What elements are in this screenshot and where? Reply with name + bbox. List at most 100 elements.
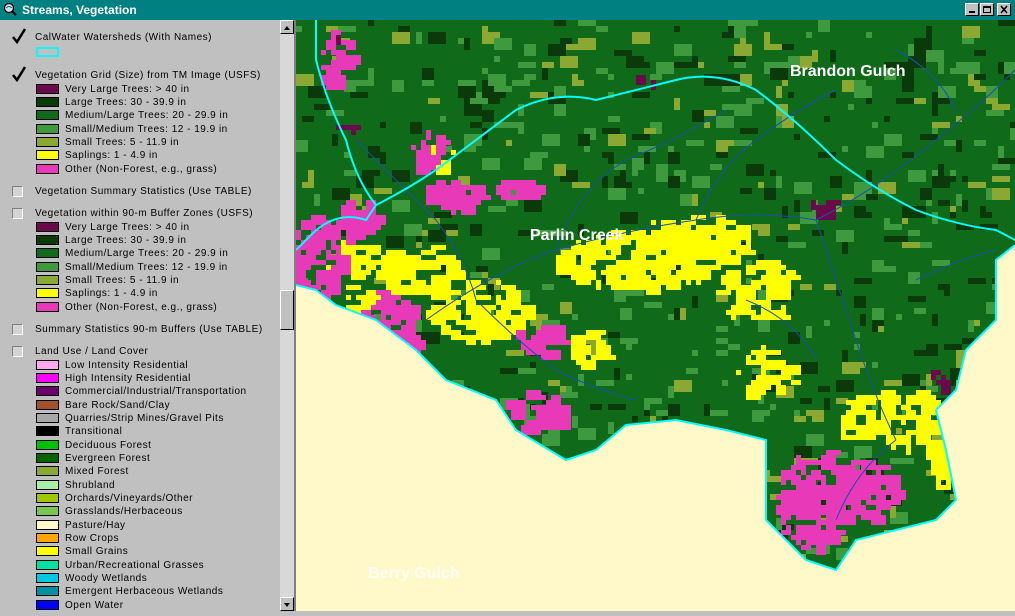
minimize-button[interactable] bbox=[965, 3, 979, 16]
vegetation-cell bbox=[836, 495, 846, 505]
color-swatch bbox=[36, 262, 59, 272]
vegetation-cell bbox=[301, 260, 306, 270]
vegetation-cell bbox=[530, 152, 548, 158]
checkbox[interactable] bbox=[12, 324, 23, 335]
vegetation-cell bbox=[926, 200, 932, 206]
vegetation-cell bbox=[871, 490, 876, 495]
vegetation-cell bbox=[726, 285, 741, 290]
vegetation-cell bbox=[578, 374, 584, 386]
vegetation-cell bbox=[812, 50, 818, 62]
vegetation-cell bbox=[494, 56, 500, 62]
checkmark-icon[interactable] bbox=[12, 28, 26, 44]
vegetation-cell bbox=[936, 380, 951, 385]
vegetation-cell bbox=[932, 260, 950, 266]
vegetation-cell bbox=[906, 445, 911, 455]
vegetation-cell bbox=[914, 308, 926, 314]
vegetation-cell bbox=[856, 430, 861, 435]
vegetation-cell bbox=[671, 250, 686, 255]
checkmark-icon[interactable] bbox=[12, 66, 26, 82]
legend-scrollbar[interactable] bbox=[280, 20, 294, 611]
vegetation-cell bbox=[466, 305, 481, 315]
vegetation-cell bbox=[441, 330, 451, 335]
vegetation-cell bbox=[854, 296, 866, 308]
vegetation-cell bbox=[586, 360, 591, 365]
maximize-button[interactable] bbox=[980, 3, 994, 16]
vegetation-cell bbox=[541, 395, 546, 400]
vegetation-cell bbox=[671, 255, 676, 265]
vegetation-cell bbox=[511, 305, 526, 310]
theme-label: CalWater Watersheds (With Names) bbox=[35, 32, 212, 43]
vegetation-cell bbox=[816, 505, 831, 515]
vegetation-cell bbox=[351, 130, 356, 135]
theme-label: Summary Statistics 90-m Buffers (Use TAB… bbox=[35, 324, 263, 335]
vegetation-cell bbox=[756, 350, 766, 360]
checkbox[interactable] bbox=[12, 186, 23, 197]
legend-panel[interactable]: CalWater Watersheds (With Names) Vegetat… bbox=[0, 20, 280, 611]
vegetation-cell bbox=[786, 275, 791, 280]
scroll-down-button[interactable] bbox=[280, 597, 294, 611]
color-swatch bbox=[36, 235, 59, 245]
vegetation-cell bbox=[631, 235, 636, 240]
vegetation-cell bbox=[496, 280, 501, 285]
checkbox[interactable] bbox=[12, 346, 23, 357]
window-title: Streams, Vegetation bbox=[22, 3, 137, 17]
minimize-icon bbox=[969, 11, 975, 13]
vegetation-cell bbox=[626, 270, 636, 280]
vegetation-cell bbox=[576, 245, 586, 255]
vegetation-cell bbox=[381, 255, 396, 260]
vegetation-cell bbox=[381, 275, 396, 280]
vegetation-cell bbox=[728, 56, 746, 62]
vegetation-cell bbox=[680, 194, 692, 206]
vegetation-cell bbox=[926, 450, 941, 460]
vegetation-cell bbox=[851, 505, 866, 515]
vegetation-cell bbox=[674, 44, 692, 56]
vegetation-cell bbox=[791, 500, 801, 510]
vegetation-cell bbox=[331, 65, 336, 70]
vegetation-cell bbox=[506, 310, 511, 315]
vegetation-cell bbox=[626, 344, 632, 350]
vegetation-cell bbox=[921, 430, 931, 435]
vegetation-cell bbox=[626, 260, 636, 270]
vegetation-cell bbox=[736, 235, 751, 240]
vegetation-cell bbox=[946, 480, 951, 485]
vegetation-cell bbox=[391, 285, 401, 290]
checkbox[interactable] bbox=[12, 208, 23, 219]
vegetation-cell bbox=[344, 170, 356, 176]
vegetation-cell bbox=[441, 190, 456, 195]
vegetation-cell bbox=[636, 275, 646, 280]
vegetation-cell bbox=[651, 240, 656, 245]
title-bar[interactable]: Streams, Vegetation bbox=[0, 0, 1015, 20]
vegetation-cell bbox=[341, 205, 351, 210]
vegetation-cell bbox=[788, 224, 800, 230]
vegetation-cell bbox=[706, 225, 721, 235]
vegetation-cell bbox=[461, 185, 471, 190]
map-view[interactable]: Brandon Gulch Parlin Creek Berry Gulch bbox=[296, 20, 1015, 611]
vegetation-cell bbox=[758, 224, 770, 236]
vegetation-cell bbox=[666, 280, 681, 290]
vegetation-cell bbox=[542, 434, 560, 446]
scroll-up-button[interactable] bbox=[280, 20, 294, 34]
vegetation-cell bbox=[406, 330, 416, 335]
vegetation-map[interactable]: Brandon Gulch Parlin Creek Berry Gulch bbox=[296, 20, 1015, 611]
vegetation-cell bbox=[616, 280, 621, 285]
vegetation-cell bbox=[542, 284, 554, 290]
close-button[interactable] bbox=[997, 3, 1011, 16]
vegetation-cell bbox=[791, 380, 801, 385]
vegetation-cell bbox=[974, 140, 986, 146]
color-swatch bbox=[36, 493, 59, 503]
vegetation-cell bbox=[746, 20, 758, 26]
vegetation-cell bbox=[386, 265, 396, 275]
close-icon bbox=[1000, 5, 1008, 14]
scroll-thumb[interactable] bbox=[280, 290, 294, 330]
vegetation-cell bbox=[861, 435, 866, 440]
vegetation-cell bbox=[431, 185, 436, 195]
vegetation-cell bbox=[896, 415, 901, 420]
vegetation-cell bbox=[632, 92, 650, 98]
vegetation-cell bbox=[891, 435, 906, 440]
color-swatch bbox=[36, 84, 59, 94]
vegetation-cell bbox=[572, 416, 578, 428]
vegetation-cell bbox=[614, 50, 632, 56]
color-swatch bbox=[36, 466, 59, 476]
vegetation-cell bbox=[932, 98, 938, 104]
vegetation-cell bbox=[791, 465, 796, 475]
